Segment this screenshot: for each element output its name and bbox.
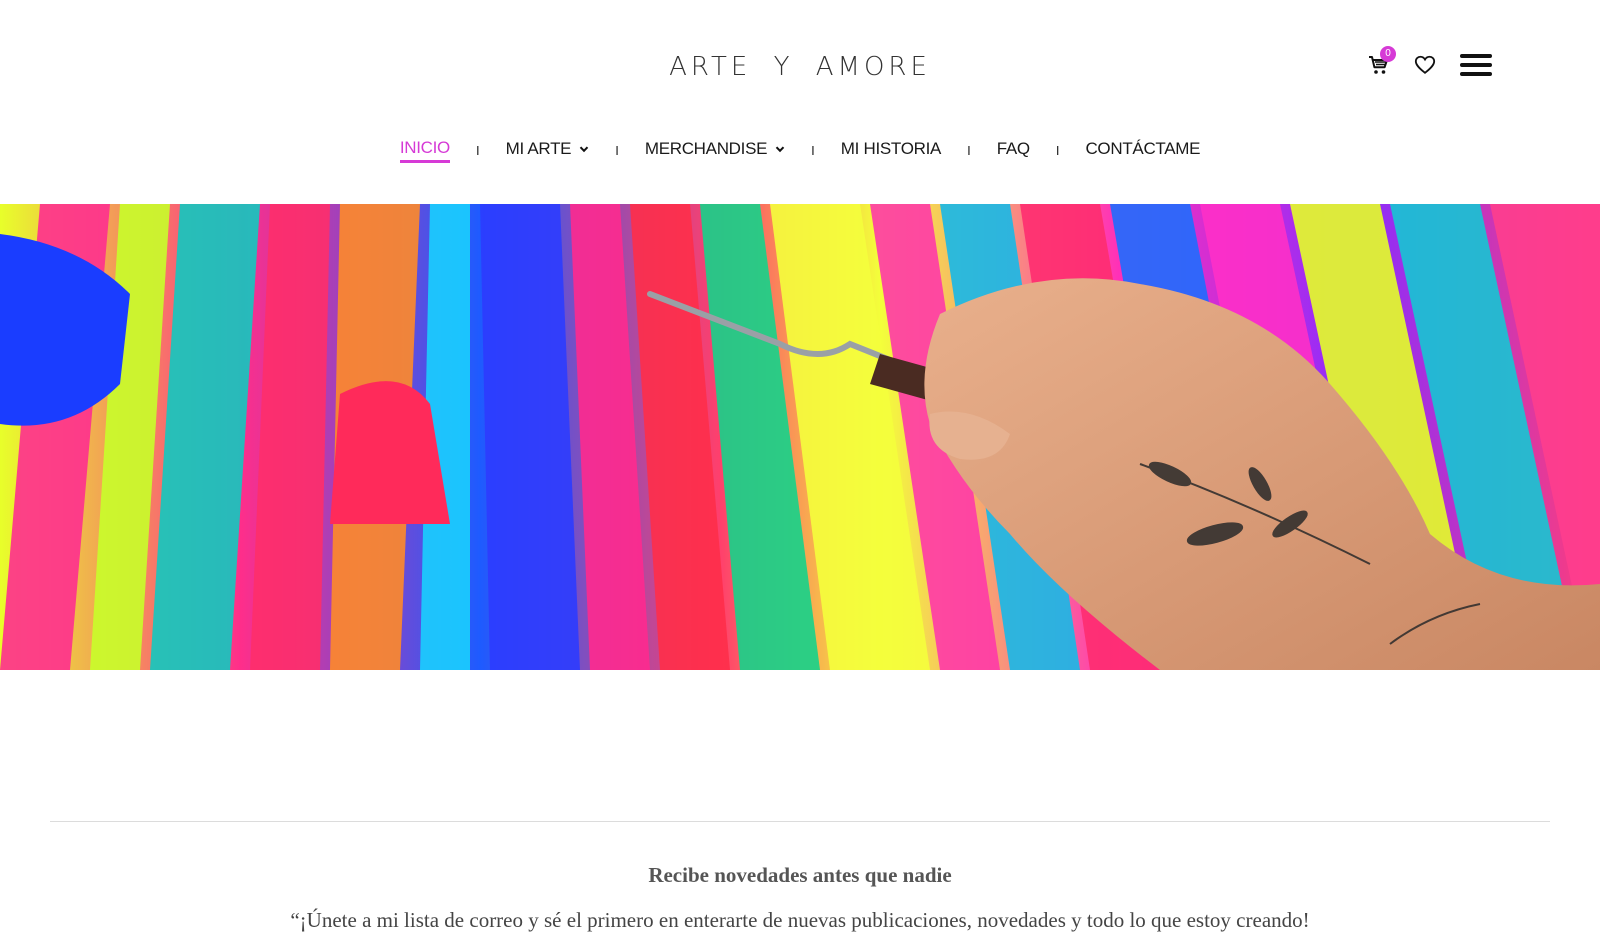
page: ARTE Y AMORE 0 INICIO I MI ARTE I MERCHA… xyxy=(0,0,1600,936)
nav-label: MI ARTE xyxy=(505,138,572,158)
nav-label: FAQ xyxy=(996,138,1030,158)
nav-item-merchandise[interactable]: MERCHANDISE xyxy=(645,139,785,163)
newsletter-text: “¡Únete a mi lista de correo y sé el pri… xyxy=(290,908,1310,932)
nav-separator: I xyxy=(967,143,971,158)
menu-button[interactable] xyxy=(1456,50,1496,80)
section-divider xyxy=(50,821,1550,822)
nav-item-mi-arte[interactable]: MI ARTE xyxy=(506,139,590,163)
nav-item-mi-historia[interactable]: MI HISTORIA xyxy=(840,138,942,163)
nav-item-contactame[interactable]: CONTÁCTAME xyxy=(1085,139,1200,163)
hamburger-menu-icon xyxy=(1460,54,1492,76)
nav-label: CONTÁCTAME xyxy=(1085,138,1201,158)
hero-painting-illustration xyxy=(0,204,1600,670)
nav-label: MERCHANDISE xyxy=(644,138,768,158)
nav-item-faq[interactable]: FAQ xyxy=(997,139,1030,163)
nav-item-inicio[interactable]: INICIO xyxy=(399,138,450,163)
hero-image xyxy=(0,204,1600,670)
nav-label: MI HISTORIA xyxy=(840,138,942,158)
nav-separator: I xyxy=(615,143,619,158)
nav-separator: I xyxy=(1055,143,1060,158)
nav-separator: I xyxy=(811,143,815,158)
site-logo[interactable]: ARTE Y AMORE xyxy=(0,52,1600,82)
chevron-down-icon xyxy=(579,146,589,152)
site-header: ARTE Y AMORE 0 xyxy=(0,0,1600,120)
cart-count-badge: 0 xyxy=(1380,46,1396,62)
heart-icon xyxy=(1414,55,1436,74)
nav-separator: I xyxy=(475,143,480,158)
chevron-down-icon xyxy=(775,146,785,152)
cart-button[interactable]: 0 xyxy=(1364,46,1396,80)
header-actions: 0 xyxy=(1364,46,1496,80)
newsletter-title: Recibe novedades antes que nadie xyxy=(648,863,952,887)
nav-label: INICIO xyxy=(399,138,450,157)
wishlist-button[interactable] xyxy=(1410,50,1440,80)
main-navigation: INICIO I MI ARTE I MERCHANDISE I MI HIST… xyxy=(0,138,1600,163)
